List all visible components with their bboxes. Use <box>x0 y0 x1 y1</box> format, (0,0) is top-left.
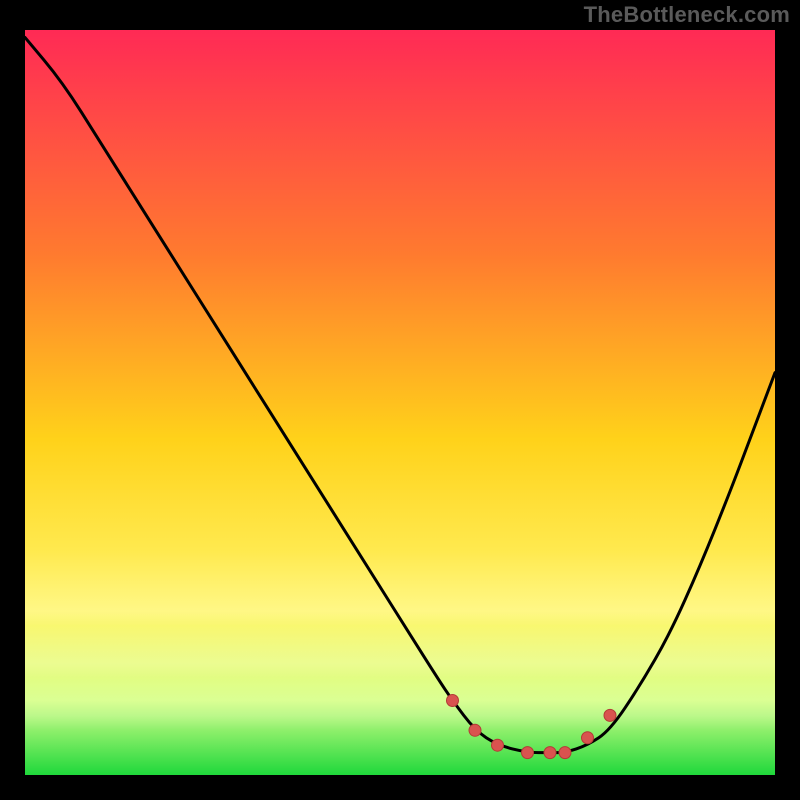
curve-marker <box>469 724 481 736</box>
curve-marker <box>559 747 571 759</box>
plot-svg <box>25 30 775 775</box>
curve-marker <box>447 695 459 707</box>
curve-marker <box>544 747 556 759</box>
chart-container: TheBottleneck.com <box>0 0 800 800</box>
plot-area <box>25 30 775 775</box>
gradient-bands <box>25 30 775 775</box>
curve-marker <box>582 732 594 744</box>
curve-marker <box>492 739 504 751</box>
watermark-text: TheBottleneck.com <box>584 2 790 28</box>
curve-marker <box>522 747 534 759</box>
curve-marker <box>604 709 616 721</box>
